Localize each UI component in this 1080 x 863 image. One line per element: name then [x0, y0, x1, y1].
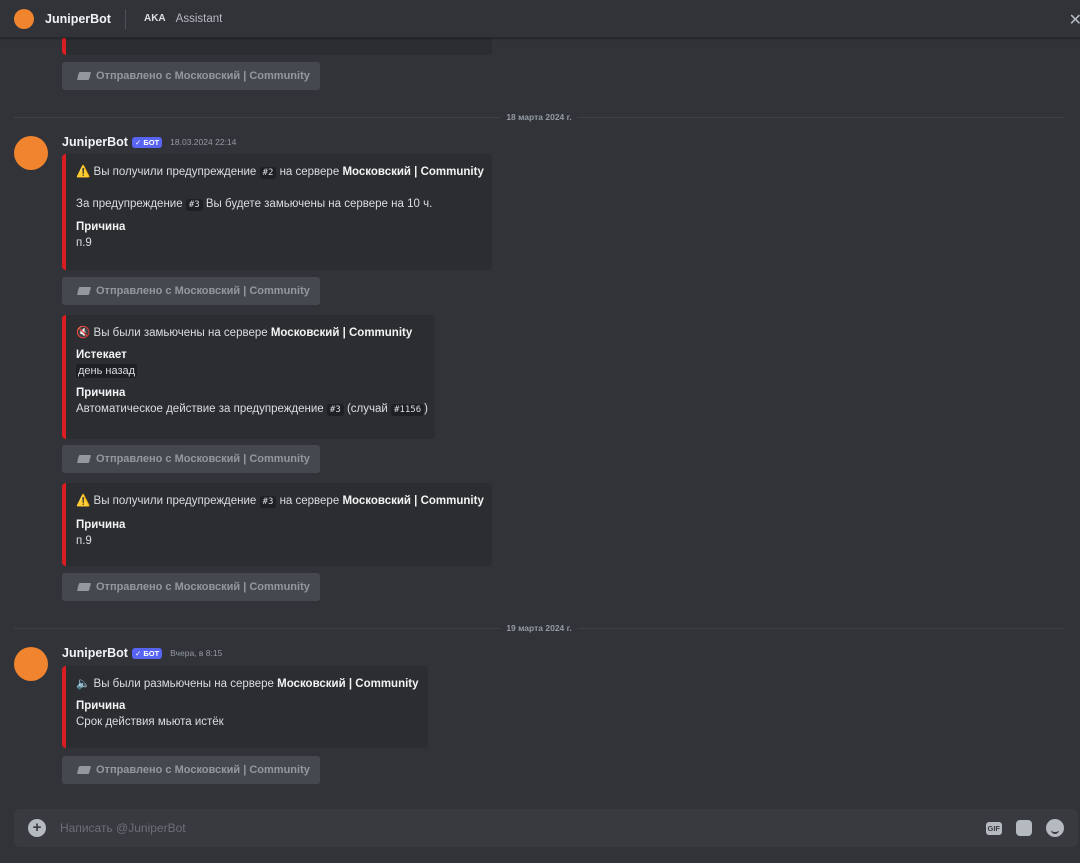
embed-warning: ⚠️ Вы получили предупреждение #3 на серв…: [62, 483, 492, 566]
header-bot-name: JuniperBot: [45, 11, 111, 26]
timestamp: Вчера, в 8:15: [170, 648, 223, 658]
composer-tools: GIF: [985, 819, 1064, 837]
field-value: день назад: [76, 364, 138, 378]
date-divider: 18 марта 2024 г.: [14, 112, 1064, 122]
field-value: п.9: [76, 237, 92, 249]
message-header: JuniperBot ✓ БОТ 18.03.2024 22:14: [62, 135, 236, 149]
message-list: Отправлено с Московский | Community 18 м…: [0, 19, 1080, 799]
link-icon: [76, 455, 92, 463]
server-name: Московский | Community: [342, 166, 484, 178]
aka-name: Assistant: [175, 12, 223, 25]
header-divider: [124, 8, 126, 29]
field-name: Истекает: [76, 349, 127, 361]
server-name: Московский | Community: [270, 327, 413, 339]
link-icon: [76, 583, 92, 591]
author-name[interactable]: JuniperBot: [62, 646, 128, 660]
speaker-icon: 🔈: [76, 678, 91, 690]
date-divider-label: 18 марта 2024 г.: [500, 112, 578, 122]
date-divider: 19 марта 2024 г.: [14, 623, 1064, 633]
link-icon: [76, 766, 92, 774]
message-composer: + GIF: [14, 809, 1078, 847]
muted-speaker-icon: 🔇: [76, 327, 91, 339]
embed-title: ⚠️ Вы получили предупреждение #3 на серв…: [76, 495, 484, 508]
embed-mute: 🔇 Вы были замьючены на сервере Московски…: [62, 315, 435, 439]
aka-label: AKA: [143, 13, 166, 24]
field-name: Причина: [76, 519, 126, 531]
avatar[interactable]: [14, 647, 48, 681]
bot-avatar-small[interactable]: [14, 8, 34, 29]
sent-from-button[interactable]: Отправлено с Московский | Community: [62, 277, 320, 305]
sticker-icon[interactable]: [1016, 820, 1032, 836]
emoji-icon[interactable]: [1046, 819, 1064, 837]
channel-header: JuniperBot AKA Assistant ✕: [0, 0, 1080, 38]
close-icon[interactable]: ✕: [1069, 10, 1080, 30]
sent-from-button[interactable]: Отправлено с Московский | Community: [62, 445, 320, 473]
warning-icon: ⚠️: [76, 495, 91, 507]
embed-title: 🔈 Вы были размьючены на сервере Московск…: [76, 678, 419, 690]
sent-from-button[interactable]: Отправлено с Московский | Community: [62, 573, 320, 601]
link-icon: [76, 287, 92, 295]
field-value: п.9: [76, 535, 92, 547]
embed-warning: ⚠️ Вы получили предупреждение #2 на серв…: [62, 154, 492, 270]
bot-badge: ✓ БОТ: [131, 647, 163, 659]
field-value: Срок действия мьюта истёк: [76, 716, 224, 728]
field-name: Причина: [76, 221, 126, 233]
link-icon: [76, 72, 92, 80]
field-name: Причина: [76, 700, 126, 712]
server-name: Московский | Community: [342, 495, 484, 507]
bot-badge: ✓ БОТ: [131, 136, 163, 148]
plus-icon[interactable]: +: [28, 819, 46, 837]
sent-from-button[interactable]: Отправлено с Московский | Community: [62, 62, 320, 90]
field-name: Причина: [76, 387, 126, 399]
sent-from-button[interactable]: Отправлено с Московский | Community: [62, 756, 320, 784]
message-header: JuniperBot ✓ БОТ Вчера, в 8:15: [62, 646, 222, 660]
embed-title: ⚠️ Вы получили предупреждение #2 на серв…: [76, 166, 484, 179]
author-name[interactable]: JuniperBot: [62, 135, 128, 149]
gif-icon[interactable]: GIF: [985, 821, 1002, 835]
embed-unmute: 🔈 Вы были размьючены на сервере Московск…: [62, 666, 428, 748]
avatar[interactable]: [14, 136, 48, 170]
date-divider-label: 19 марта 2024 г.: [500, 623, 578, 633]
embed-title: 🔇 Вы были замьючены на сервере Московски…: [76, 327, 413, 339]
message-input[interactable]: [58, 820, 922, 836]
field-value: Автоматическое действие за предупреждени…: [76, 403, 428, 416]
timestamp: 18.03.2024 22:14: [170, 137, 237, 147]
embed-description: За предупреждение #3 Вы будете замьючены…: [76, 198, 433, 211]
server-name: Московский | Community: [277, 678, 419, 690]
warning-icon: ⚠️: [76, 166, 91, 178]
